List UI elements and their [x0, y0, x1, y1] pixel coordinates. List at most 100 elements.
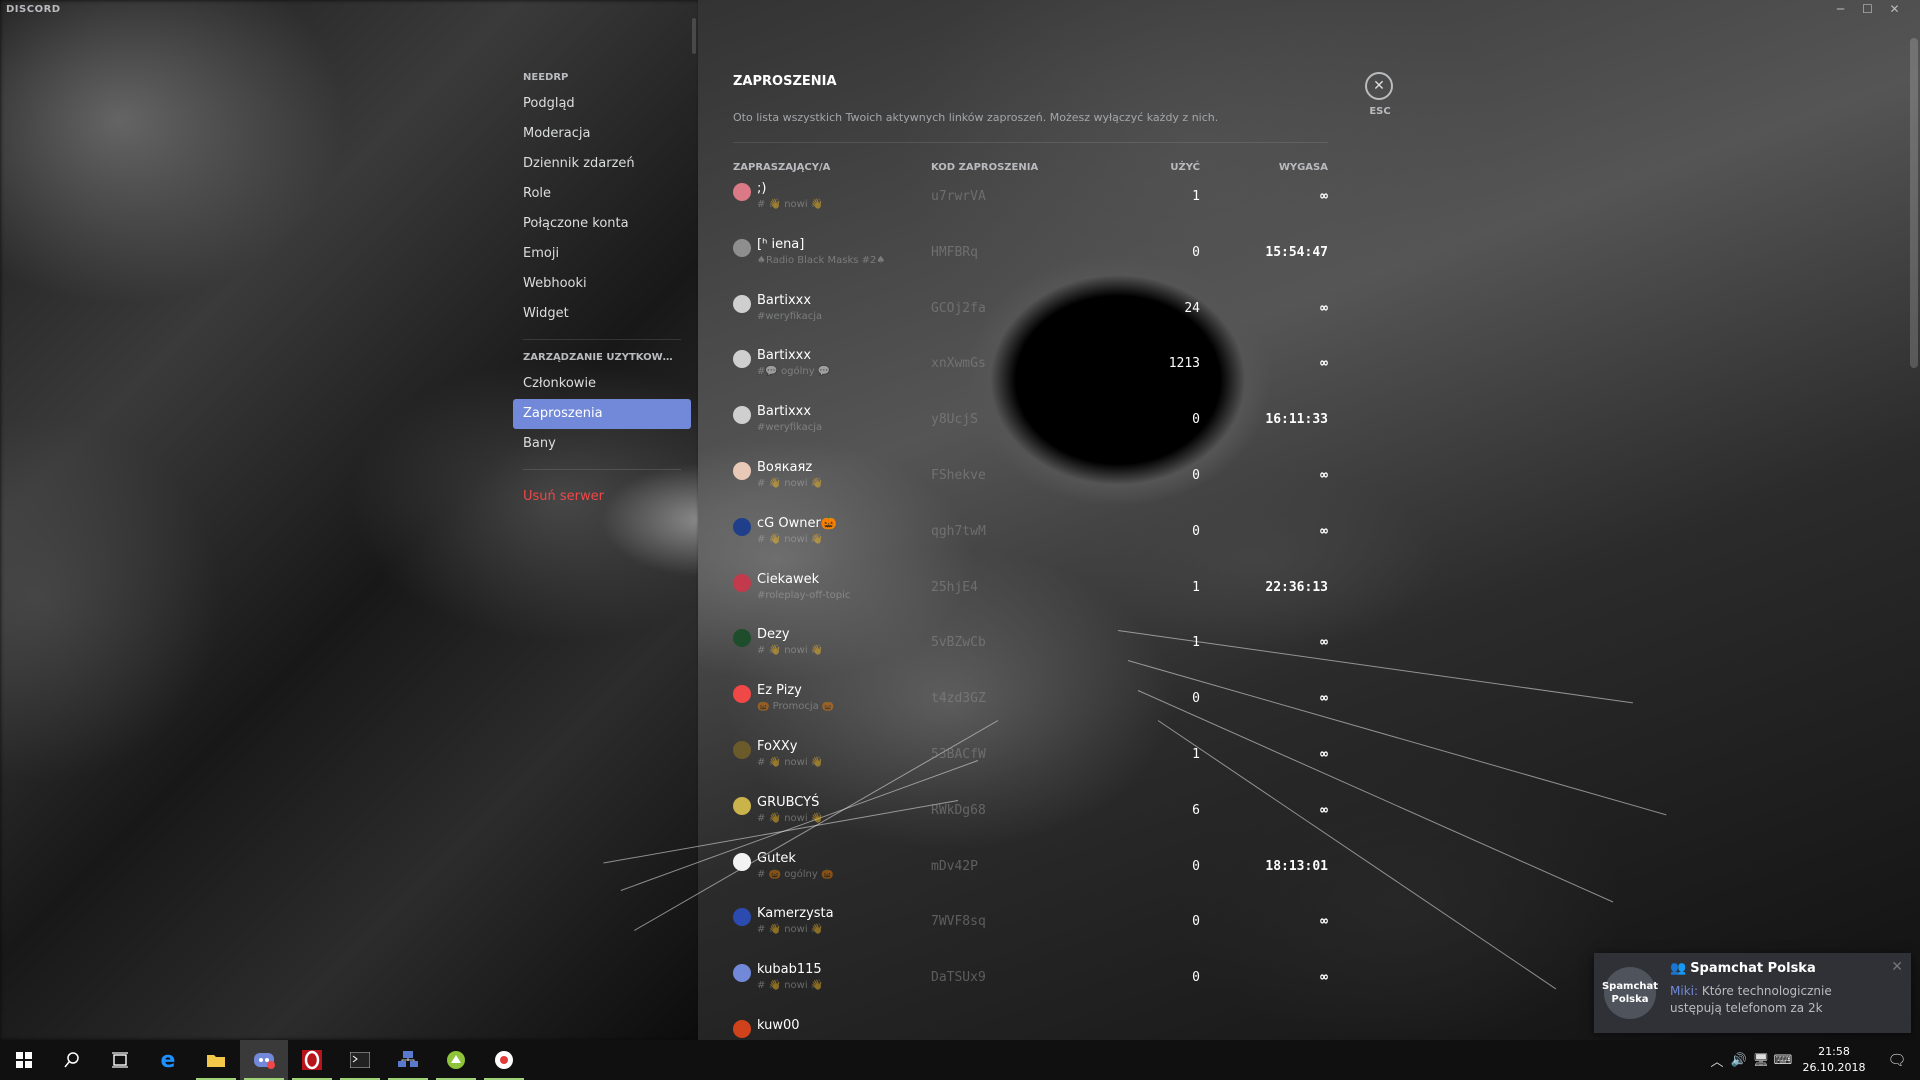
sidebar-item-members[interactable]: Członkowie: [513, 369, 691, 399]
invite-inviter: kubab115 # 👋 nowi 👋: [733, 962, 931, 991]
network-icon[interactable]: 🖥: [1750, 1053, 1772, 1068]
sidebar-item-webhooks[interactable]: Webhooki: [513, 269, 691, 299]
invite-uses: 1: [1192, 189, 1200, 204]
invite-row[interactable]: Bartixxx #weryfikacja y8UcjS 0 16:11:33: [733, 404, 1328, 460]
inviter-info: kuw00: [757, 1018, 800, 1038]
invite-uses: 0: [1192, 244, 1200, 260]
invite-expires: ∞: [1320, 467, 1328, 483]
close-settings-button[interactable]: ✕: [1365, 72, 1393, 100]
chevron-up-icon[interactable]: ︿: [1706, 1051, 1728, 1070]
close-window-icon[interactable]: ✕: [1881, 0, 1908, 18]
file-explorer-icon[interactable]: [192, 1040, 240, 1080]
invite-row[interactable]: kubab115 # 👋 nowi 👋 DaTSUx9 0 ∞: [733, 962, 1328, 1018]
search-icon[interactable]: [48, 1040, 96, 1080]
invite-row[interactable]: GRUBCYŚ # 👋 nowi 👋 RWkDg68 6 ∞: [733, 795, 1328, 851]
message-notification[interactable]: Spamchat Polska 👥 Spamchat Polska Miki: K…: [1594, 953, 1911, 1033]
maximize-icon[interactable]: ☐: [1854, 0, 1881, 18]
invite-inviter: Ez Pizy 🎃 Promocja 🎃: [733, 683, 931, 712]
inviter-info: [ʰ iena] ♠Radio Black Masks #2♠: [757, 237, 885, 266]
browser-green-icon[interactable]: [432, 1040, 480, 1080]
invites-page: ZAPROSZENIA Oto lista wszystkich Twoich …: [733, 64, 1328, 1074]
minimize-icon[interactable]: ─: [1827, 0, 1854, 18]
page-title: ZAPROSZENIA: [733, 74, 837, 89]
sidebar-item-audit-log[interactable]: Dziennik zdarzeń: [513, 149, 691, 179]
sidebar-item-widget[interactable]: Widget: [513, 299, 691, 329]
inviter-info: kubab115 # 👋 nowi 👋: [757, 962, 823, 991]
sidebar-item-invites[interactable]: Zaproszenia: [513, 399, 691, 429]
invite-inviter: kuw00: [733, 1018, 931, 1038]
invite-row[interactable]: cG Owner🎃 # 👋 nowi 👋 qgh7twM 0 ∞: [733, 516, 1328, 572]
inviter-name: Ez Pizy: [757, 683, 802, 699]
page-description: Oto lista wszystkich Twoich aktywnych li…: [733, 111, 1219, 124]
invite-expires: ∞: [1320, 914, 1328, 930]
invite-row[interactable]: Gutek # 🎃 ogólny 🎃 mDv42P 0 18:13:01: [733, 851, 1328, 907]
sidebar-item-bans[interactable]: Bany: [513, 429, 691, 459]
volume-icon[interactable]: 🔊: [1728, 1053, 1750, 1068]
edge-icon[interactable]: e: [144, 1040, 192, 1080]
notification-title: 👥 Spamchat Polska: [1670, 961, 1816, 976]
notification-author: Miki:: [1670, 984, 1699, 998]
invite-row[interactable]: Kamerzysta # 👋 nowi 👋 7WVF8sq 0 ∞: [733, 906, 1328, 962]
task-view-icon[interactable]: [96, 1040, 144, 1080]
avatar: [733, 629, 751, 648]
column-expires: WYGASA: [1278, 161, 1328, 173]
window-controls: ─ ☐ ✕: [1827, 0, 1908, 18]
invite-code: y8UcjS: [931, 412, 978, 428]
invite-row[interactable]: [ʰ iena] ♠Radio Black Masks #2♠ HMFBRq 0 15:…: [733, 237, 1328, 293]
invite-uses: 0: [1192, 467, 1200, 483]
language-icon[interactable]: ⌨: [1772, 1053, 1794, 1068]
invite-row[interactable]: Воякаяz # 👋 nowi 👋 FShekve 0 ∞: [733, 460, 1328, 516]
invite-inviter: ;) # 👋 nowi 👋: [733, 181, 931, 210]
sidebar-scrollbar[interactable]: [692, 18, 696, 54]
action-center-icon[interactable]: 🗨: [1874, 1051, 1920, 1069]
invite-inviter: Kamerzysta # 👋 nowi 👋: [733, 906, 931, 935]
close-settings: ✕ ESC: [1365, 72, 1395, 117]
terminal-icon[interactable]: [336, 1040, 384, 1080]
sidebar-item-emoji[interactable]: Emoji: [513, 239, 691, 269]
invite-inviter: Gutek # 🎃 ogólny 🎃: [733, 851, 931, 880]
invite-code: [931, 1018, 1089, 1026]
sidebar-item-connections[interactable]: Połączone konta: [513, 209, 691, 239]
invite-uses: 24: [1184, 300, 1200, 316]
inviter-info: cG Owner🎃 # 👋 nowi 👋: [757, 516, 837, 545]
invite-code: 53BACfW: [931, 746, 986, 762]
sidebar-item-overview[interactable]: Podgląd: [513, 89, 691, 119]
invite-channel: 🎃 Promocja 🎃: [757, 701, 835, 713]
avatar: [733, 796, 751, 815]
windows-start-icon[interactable]: [0, 1040, 48, 1080]
invite-inviter: GRUBCYŚ # 👋 nowi 👋: [733, 795, 931, 824]
invite-expires: ∞: [1320, 356, 1328, 372]
invite-row[interactable]: Dezy # 👋 nowi 👋 5vBZwCb 1 ∞: [733, 627, 1328, 683]
content-scrollbar[interactable]: [1910, 38, 1918, 368]
invite-inviter: Dezy # 👋 nowi 👋: [733, 627, 931, 656]
discord-icon[interactable]: [240, 1040, 288, 1080]
invite-expires: 16:11:33: [1265, 412, 1328, 428]
inviter-name: GRUBCYŚ: [757, 794, 820, 810]
close-icon[interactable]: ✕: [1891, 959, 1903, 975]
invite-expires: [1200, 1018, 1328, 1026]
network-app-icon[interactable]: [384, 1040, 432, 1080]
invite-inviter: [ʰ iena] ♠Radio Black Masks #2♠: [733, 237, 931, 266]
invite-row[interactable]: Bartixxx #💬 ogólny 💬 xnXwmGs 1213 ∞: [733, 348, 1328, 404]
invite-row[interactable]: Ciekawek #roleplay-off-topic 25hjE4 1 22:36:…: [733, 572, 1328, 628]
sidebar-item-roles[interactable]: Role: [513, 179, 691, 209]
system-tray: ︿ 🔊 🖥 ⌨ 21:58 26.10.2018 🗨: [1706, 1040, 1920, 1080]
invite-row[interactable]: Bartixxx #weryfikacja GCOj2fa 24 ∞: [733, 293, 1328, 349]
delete-server-button[interactable]: Usuń serwer: [513, 482, 691, 512]
clock[interactable]: 21:58 26.10.2018: [1794, 1044, 1874, 1076]
opera-icon[interactable]: [288, 1040, 336, 1080]
invite-row[interactable]: ;) # 👋 nowi 👋 u7rwrVA 1 ∞: [733, 181, 1328, 237]
invite-inviter: FoXXy # 👋 nowi 👋: [733, 739, 931, 768]
invite-row[interactable]: FoXXy # 👋 nowi 👋 53BACfW 1 ∞: [733, 739, 1328, 795]
invite-channel: # 👋 nowi 👋: [757, 533, 824, 545]
invite-row[interactable]: Ez Pizy 🎃 Promocja 🎃 t4zd3GZ 0 ∞: [733, 683, 1328, 739]
invite-code: qgh7twM: [931, 523, 986, 539]
sidebar-item-moderation[interactable]: Moderacja: [513, 119, 691, 149]
inviter-info: Ez Pizy 🎃 Promocja 🎃: [757, 683, 834, 712]
inviter-name: kubab115: [757, 962, 822, 978]
avatar: [733, 573, 751, 592]
avatar: [733, 1019, 751, 1038]
inviter-info: Bartixxx #weryfikacja: [757, 293, 822, 322]
media-app-icon[interactable]: [480, 1040, 528, 1080]
clock-date: 26.10.2018: [1802, 1061, 1866, 1074]
